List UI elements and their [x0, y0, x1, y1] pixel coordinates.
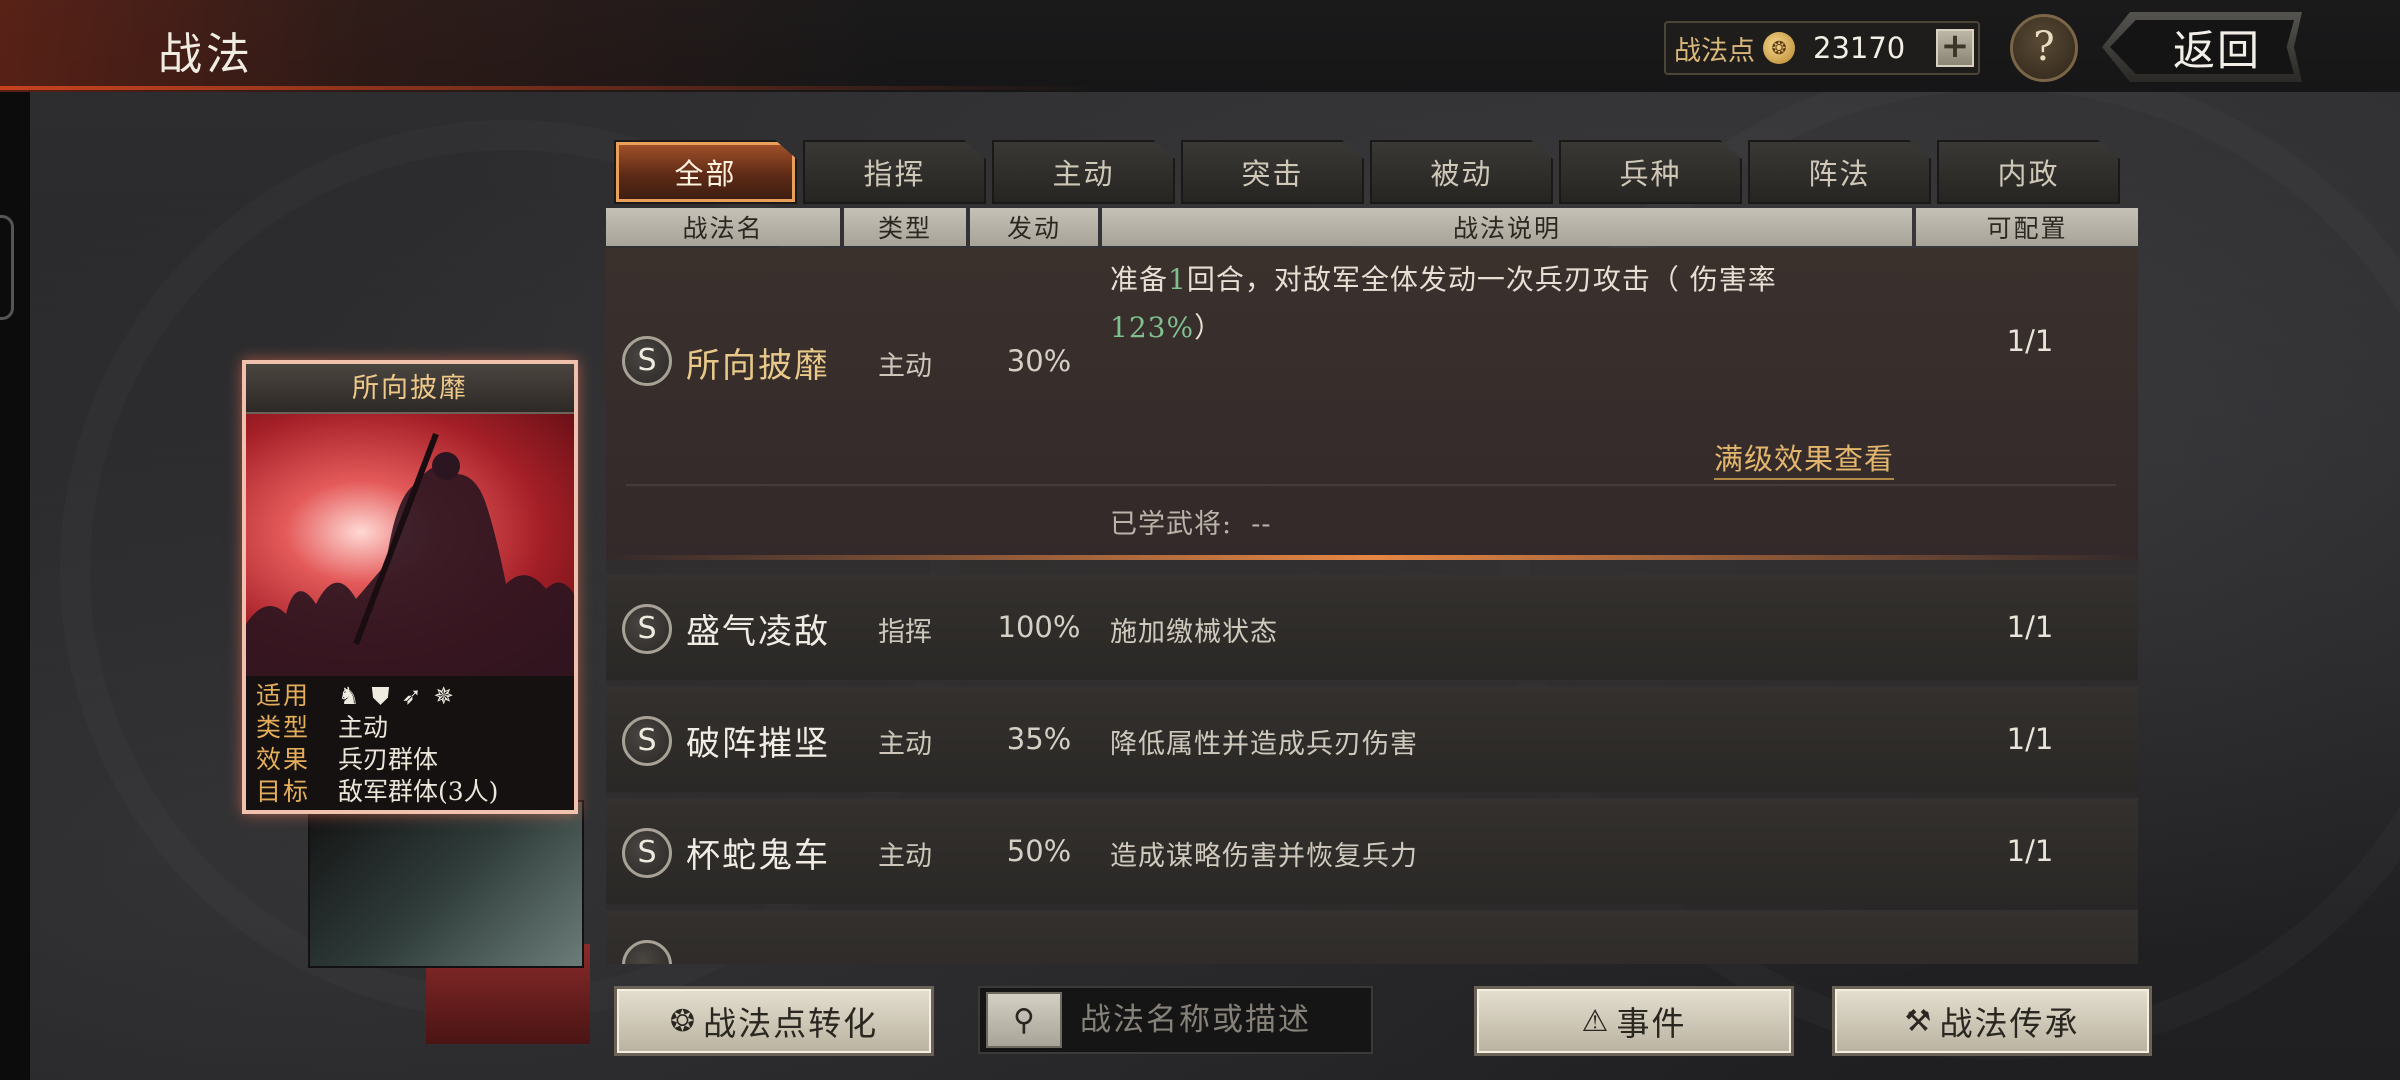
- max-level-effect-link[interactable]: 满级效果查看: [1714, 436, 1895, 480]
- effect-key: 效果: [256, 745, 311, 774]
- tactic-list[interactable]: S 所向披靡 主动 30% 准备1回合，对敌军全体发动一次兵刃攻击（ 伤害率 1…: [606, 248, 2138, 964]
- tab-active[interactable]: 主动: [992, 140, 1175, 204]
- tactic-type: 主动: [878, 729, 932, 760]
- tab-troop[interactable]: 兵种: [1559, 140, 1742, 204]
- tactic-config: 1/1: [2006, 834, 2054, 868]
- rank-s-badge: S: [622, 828, 672, 878]
- applicable-key: 适用: [256, 681, 311, 710]
- alert-scroll-icon: ⚠: [1581, 1003, 1611, 1039]
- events-button[interactable]: ⚠ 事件: [1474, 986, 1794, 1056]
- rank-s-badge: [622, 940, 672, 964]
- tactic-points-display: 战法点 ❂ 23170 +: [1664, 21, 1980, 75]
- flame-coin-icon: ❂: [1763, 32, 1795, 64]
- type-value: 主动: [338, 713, 389, 742]
- tactic-row[interactable]: S 破阵摧坚 主动 35% 降低属性并造成兵刃伤害 1/1: [606, 686, 2138, 792]
- tactic-name: 破阵摧坚: [686, 724, 830, 764]
- tactic-row-partial[interactable]: [606, 910, 2138, 964]
- left-edge: [0, 0, 30, 1080]
- rank-s-badge: S: [622, 604, 672, 654]
- tactic-points-label: 战法点: [1674, 35, 1755, 67]
- selected-tactic-row[interactable]: S 所向披靡 主动 30% 准备1回合，对敌军全体发动一次兵刃攻击（ 伤害率 1…: [606, 248, 2138, 560]
- effect-value: 兵刃群体: [338, 745, 439, 774]
- tab-formation[interactable]: 阵法: [1748, 140, 1931, 204]
- tab-assault[interactable]: 突击: [1181, 140, 1364, 204]
- search-box: ⚲: [978, 986, 1373, 1054]
- tactic-name: 盛气凌敌: [686, 612, 830, 652]
- card-title: 所向披靡: [246, 364, 574, 414]
- wheel-icon: ✵: [433, 682, 454, 710]
- tab-command[interactable]: 指挥: [803, 140, 986, 204]
- top-bar: 战法 战法点 ❂ 23170 + ? 返回: [0, 0, 2400, 92]
- tactic-points-value: 23170: [1813, 31, 1906, 65]
- tactic-name: 杯蛇鬼车: [686, 836, 830, 876]
- table-header: 战法名 类型 发动 战法说明 可配置: [606, 208, 2138, 246]
- card-artwork: [246, 414, 574, 676]
- tactic-config: 1/1: [2006, 610, 2054, 644]
- tab-internal[interactable]: 内政: [1937, 140, 2120, 204]
- column-header-name[interactable]: 战法名: [606, 208, 840, 246]
- tab-passive[interactable]: 被动: [1370, 140, 1553, 204]
- back-button-label: 返回: [2172, 25, 2261, 75]
- convert-points-button[interactable]: ❂ 战法点转化: [614, 986, 934, 1056]
- search-icon[interactable]: ⚲: [986, 992, 1062, 1048]
- tactic-rate: 35%: [1006, 722, 1072, 756]
- cavalry-icon: ♞: [338, 682, 360, 710]
- column-header-rate[interactable]: 发动: [970, 208, 1098, 246]
- column-header-config[interactable]: 可配置: [1916, 208, 2138, 246]
- learned-generals: 已学武将: --: [1110, 509, 1272, 540]
- tactic-name: 所向披靡: [686, 346, 830, 386]
- tactic-row[interactable]: S 杯蛇鬼车 主动 50% 造成谋略伤害并恢复兵力 1/1: [606, 798, 2138, 904]
- help-button[interactable]: ?: [2010, 14, 2078, 82]
- tactic-description: 降低属性并造成兵刃伤害: [1110, 729, 1418, 760]
- target-value: 敌军群体(3人): [338, 777, 499, 806]
- category-tabs: 全部 指挥 主动 突击 被动 兵种 阵法 内政: [614, 140, 2120, 204]
- rank-s-badge: S: [622, 716, 672, 766]
- card-stack-middle: [308, 800, 584, 968]
- search-input[interactable]: [1080, 1002, 1370, 1038]
- column-header-type[interactable]: 类型: [844, 208, 966, 246]
- target-key: 目标: [256, 777, 311, 806]
- hammer-icon: ⚒: [1904, 1003, 1934, 1039]
- tactic-type: 主动: [878, 841, 932, 872]
- tactic-rate: 50%: [1006, 834, 1072, 868]
- card-info-panel: 适用 ♞ ⛊ ➶ ✵ 类型 主动 效果 兵刃群体 目标 敌军群体(3人): [246, 676, 574, 810]
- tab-all[interactable]: 全部: [614, 140, 797, 204]
- tactic-rate: 30%: [1006, 344, 1072, 378]
- type-key: 类型: [256, 713, 311, 742]
- tactic-config: 1/1: [2006, 722, 2054, 756]
- tactic-description: 造成谋略伤害并恢复兵力: [1110, 841, 1418, 872]
- shield-icon: ⛊: [371, 682, 390, 710]
- tactic-type: 指挥: [878, 617, 932, 648]
- tactic-type: 主动: [878, 351, 932, 382]
- archer-icon: ➶: [401, 682, 422, 710]
- warrior-silhouette-icon: [246, 432, 574, 676]
- column-header-description: 战法说明: [1102, 208, 1912, 246]
- flame-icon: ❂: [669, 1003, 698, 1039]
- tactic-row[interactable]: S 盛气凌敌 指挥 100% 施加缴械状态 1/1: [606, 574, 2138, 680]
- side-handle[interactable]: [0, 215, 14, 320]
- tactic-config: 1/1: [2006, 324, 2054, 358]
- rank-s-badge: S: [622, 336, 672, 386]
- back-button[interactable]: 返回: [2102, 12, 2302, 82]
- add-points-button[interactable]: +: [1936, 29, 1974, 67]
- tactic-card[interactable]: 所向披靡 适用 ♞ ⛊ ➶ ✵ 类型 主动 效果 兵刃群体 目标 敌军群体(3人…: [242, 360, 578, 814]
- page-title: 战法: [158, 29, 254, 80]
- tactic-rate: 100%: [997, 610, 1081, 644]
- tactic-description: 准备1回合，对敌军全体发动一次兵刃攻击（ 伤害率 123%）: [1110, 263, 1777, 344]
- inherit-tactic-button[interactable]: ⚒ 战法传承: [1832, 986, 2152, 1056]
- tactic-description: 施加缴械状态: [1110, 617, 1278, 648]
